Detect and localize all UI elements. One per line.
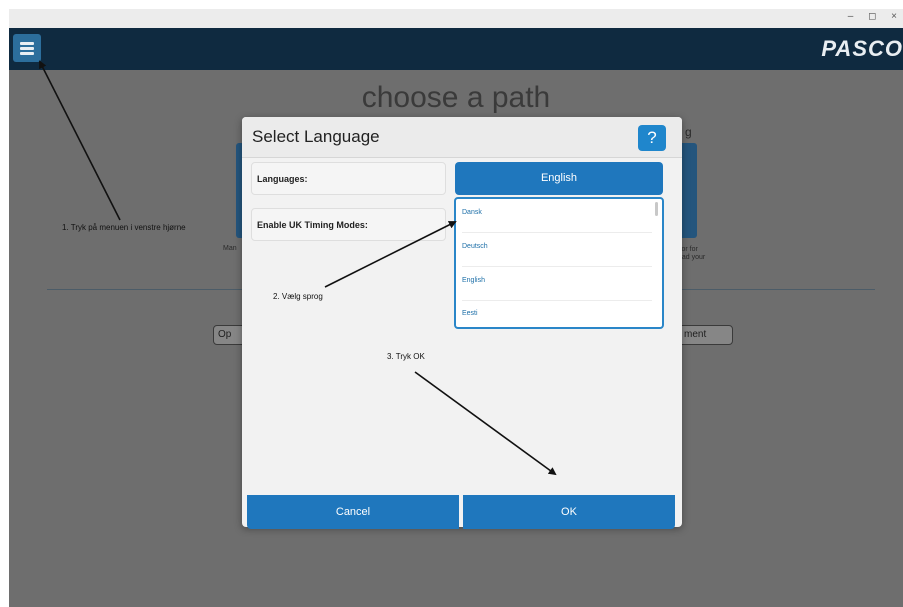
language-option[interactable]: Dansk [462,199,652,233]
help-button[interactable]: ? [638,125,666,151]
annotation-step2: 2. Vælg sprog [273,292,323,301]
right-card-text-2: oad your [678,254,706,261]
language-dropdown-list[interactable]: Dansk Deutsch English Eesti [454,197,664,329]
language-option-label: Eesti [462,310,478,317]
language-select[interactable]: English [455,162,663,195]
uk-timing-label: Enable UK Timing Modes: [251,208,446,241]
scrollbar-thumb[interactable] [655,202,658,216]
window-controls[interactable]: – ◻ × [848,11,903,22]
pasco-logo: PASCO [821,36,903,61]
dialog-header: Select Language ? [242,117,682,158]
page-title: choose a path [361,81,551,114]
app-header: PASCO [9,28,903,70]
annotation-step3: 3. Tryk OK [387,352,425,361]
right-card-heading: g [685,125,692,139]
select-language-dialog: Select Language ? Languages: Enable UK T… [242,117,682,529]
language-option[interactable]: English [462,267,652,301]
ok-button[interactable]: OK [463,495,675,529]
experiment-button[interactable]: ment [673,325,733,345]
annotation-step1: 1. Tryk på menuen i venstre hjørne [62,223,186,232]
language-option-label: English [462,277,485,284]
language-option[interactable]: Eesti [462,300,652,327]
language-option[interactable]: Deutsch [462,233,652,267]
languages-label: Languages: [251,162,446,195]
cancel-button[interactable]: Cancel [247,495,459,529]
language-option-label: Dansk [462,209,482,216]
dialog-title: Select Language [252,127,380,146]
language-option-label: Deutsch [462,243,488,250]
hamburger-menu-icon[interactable] [13,34,41,62]
left-card-text: Man [223,245,237,252]
app-window: – ◻ × PASCO choose a path Man sor for oa… [9,9,903,607]
window-titlebar: – ◻ × [9,9,903,28]
